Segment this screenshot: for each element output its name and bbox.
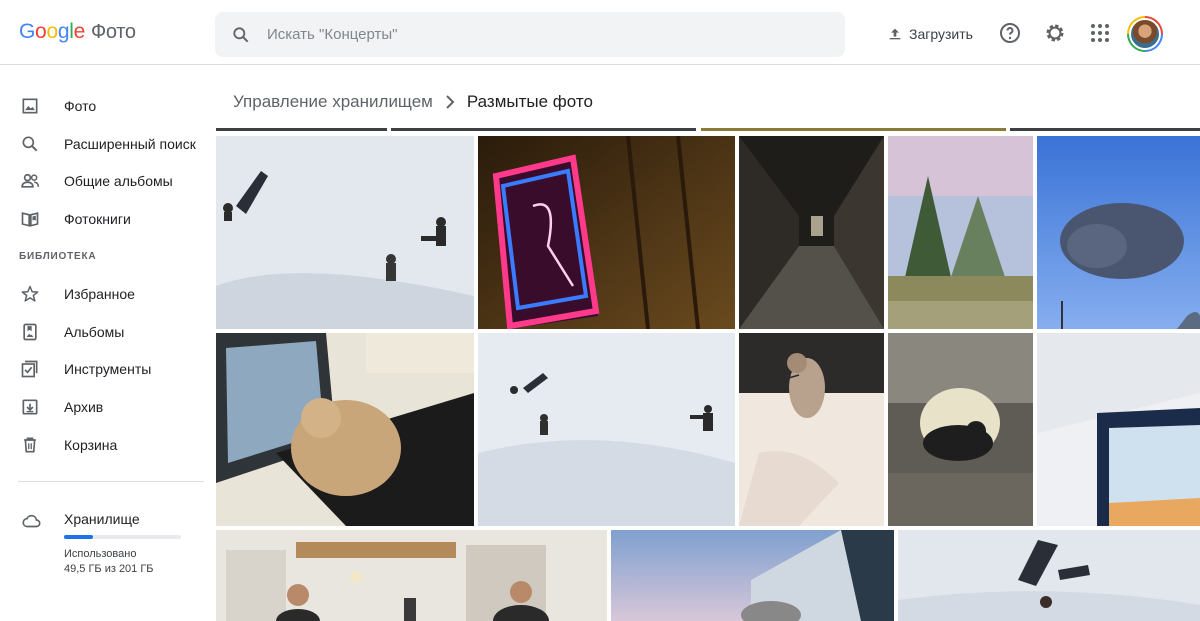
sidebar-item-albums[interactable]: Альбомы <box>0 314 210 350</box>
photo-strip <box>701 128 1006 131</box>
breadcrumb: Управление хранилищем Размытые фото <box>233 92 593 112</box>
photo-tile[interactable] <box>739 333 884 526</box>
photo-tile[interactable] <box>611 530 894 621</box>
logo-letter: G <box>19 20 36 43</box>
logo-letter: o <box>35 20 47 43</box>
sidebar-item-advanced-search[interactable]: Расширенный поиск <box>0 126 210 162</box>
chevron-right-icon <box>446 95 455 109</box>
sidebar-item-photobooks[interactable]: Фотокниги <box>0 201 210 237</box>
people-in-room-image <box>216 530 607 621</box>
snow-lego-wide-image <box>478 333 735 526</box>
help-icon[interactable] <box>998 21 1022 45</box>
trash-icon <box>24 437 36 453</box>
cat-on-leash-image <box>739 333 884 526</box>
logo-letter: g <box>57 20 70 43</box>
sidebar-item-favorites[interactable]: Избранное <box>0 276 210 312</box>
sidebar-item-label: Избранное <box>64 286 135 302</box>
sidebar-item-photos[interactable]: Фото <box>0 88 210 124</box>
sidebar-item-label: Альбомы <box>64 324 125 340</box>
product-name: Фото <box>90 21 136 43</box>
snow-lego-figures-image <box>216 136 474 329</box>
sidebar-item-archive[interactable]: Архив <box>0 389 210 425</box>
photo-tile[interactable] <box>216 136 474 329</box>
search-input[interactable] <box>267 26 807 43</box>
cloud-icon <box>22 514 41 528</box>
sidebar-item-tools[interactable]: Инструменты <box>0 351 210 387</box>
sidebar-item-label: Инструменты <box>64 361 152 377</box>
photo-tile[interactable] <box>478 333 735 526</box>
sidebar-item-label: Архив <box>64 399 104 415</box>
photo-strip <box>391 128 696 131</box>
cloud-sky-image <box>1037 136 1200 329</box>
sidebar-item-trash[interactable]: Корзина <box>0 427 210 463</box>
building-glass-image <box>611 530 894 621</box>
neon-sign-image <box>478 136 735 329</box>
avatar-image <box>1129 18 1161 50</box>
photo-tile[interactable] <box>1037 136 1200 329</box>
upload-icon <box>889 28 901 40</box>
storage-progress <box>64 535 181 539</box>
photo-tile[interactable] <box>888 333 1033 526</box>
cat-in-corridor-image <box>888 333 1033 526</box>
photo-tile[interactable] <box>898 530 1200 621</box>
search-bar[interactable] <box>215 12 845 57</box>
storage-amount: 49,5 ГБ из 201 ГБ <box>64 563 154 575</box>
logo-letter: o <box>46 20 58 43</box>
photo-tile[interactable] <box>888 136 1033 329</box>
photo-tile[interactable] <box>478 136 735 329</box>
storage-used-label: Использовано <box>64 548 137 560</box>
search-icon[interactable] <box>231 25 251 45</box>
storage-progress-fill <box>64 535 93 539</box>
photo-strip <box>216 128 387 131</box>
dark-corridor-image <box>739 136 884 329</box>
photo-tile[interactable] <box>1037 333 1200 526</box>
breadcrumb-current: Размытые фото <box>466 92 593 111</box>
photo-icon <box>22 98 38 114</box>
tools-icon <box>21 360 38 378</box>
gear-icon[interactable] <box>1043 21 1067 45</box>
sidebar-item-label: Фотокниги <box>64 211 131 227</box>
book-icon <box>21 212 39 227</box>
apps-icon[interactable] <box>1088 21 1112 45</box>
storage-label: Хранилище <box>64 511 140 527</box>
sidebar: Фото Расширенный поиск Общие альбомы Фот… <box>0 65 210 621</box>
photo-tile[interactable] <box>216 530 607 621</box>
photo-tile[interactable] <box>739 136 884 329</box>
sidebar-item-shared-albums[interactable]: Общие альбомы <box>0 163 210 199</box>
logo-letter: e <box>73 20 86 43</box>
window-ceiling-image <box>1037 333 1200 526</box>
snow-lego-close-image <box>898 530 1200 621</box>
sidebar-item-label: Фото <box>64 98 97 114</box>
archive-icon <box>22 399 38 415</box>
upload-button[interactable]: Загрузить <box>887 22 973 46</box>
avatar[interactable] <box>1127 16 1163 52</box>
sidebar-divider <box>18 481 204 482</box>
blurry-trees-image <box>888 136 1033 329</box>
top-bar: Google Фото Загрузить <box>0 0 1200 65</box>
search-icon <box>22 136 38 152</box>
photo-strip <box>1010 128 1200 131</box>
sidebar-item-label: Корзина <box>64 437 118 453</box>
people-icon <box>21 173 40 188</box>
google-photos-logo[interactable]: Google Фото <box>19 20 136 44</box>
sidebar-item-label: Расширенный поиск <box>64 136 196 152</box>
star-icon <box>21 285 39 302</box>
album-icon <box>23 323 37 341</box>
upload-label: Загрузить <box>909 26 973 42</box>
sidebar-item-label: Общие альбомы <box>64 173 173 189</box>
cat-on-desk-image <box>216 333 474 526</box>
breadcrumb-parent[interactable]: Управление хранилищем <box>233 92 433 112</box>
photo-tile[interactable] <box>216 333 474 526</box>
library-section-label: БИБЛИОТЕКА <box>19 251 97 262</box>
